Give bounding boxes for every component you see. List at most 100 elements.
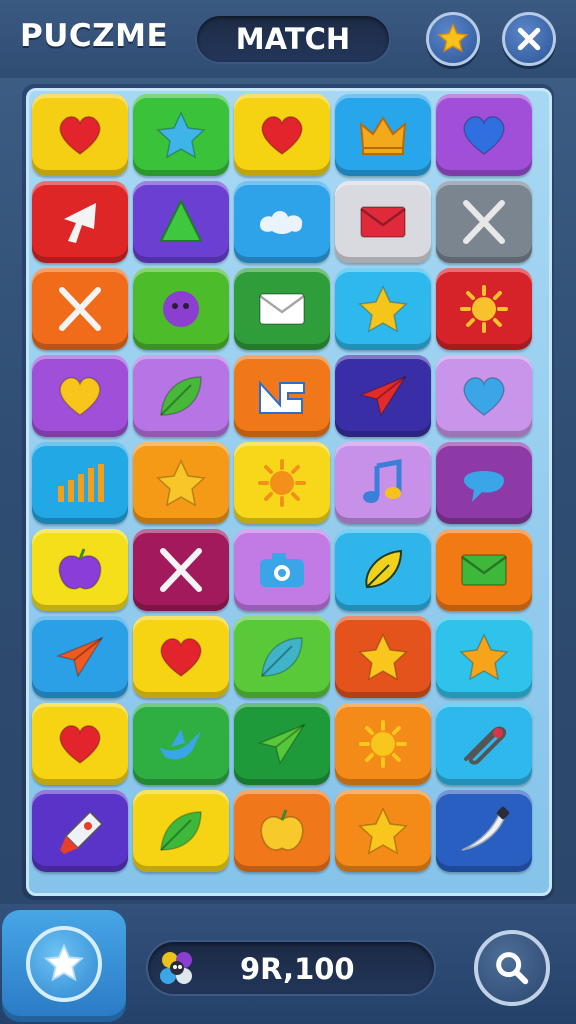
tile[interactable] <box>133 442 229 524</box>
tile[interactable] <box>436 790 532 872</box>
bird-icon <box>159 729 201 760</box>
search-button[interactable] <box>474 930 550 1006</box>
tile[interactable] <box>335 268 431 350</box>
crown-icon <box>359 116 407 155</box>
tile[interactable] <box>335 790 431 872</box>
score-display: 9R,100 <box>146 940 436 996</box>
tile[interactable] <box>335 355 431 437</box>
rocket-icon <box>60 810 104 854</box>
star-icon <box>156 111 206 159</box>
leaf-icon <box>160 376 202 416</box>
star-icon <box>43 943 85 982</box>
tile[interactable] <box>234 181 330 263</box>
tile[interactable] <box>133 790 229 872</box>
tile[interactable] <box>32 703 128 785</box>
tile[interactable] <box>335 616 431 698</box>
tile[interactable] <box>234 94 330 176</box>
tile[interactable] <box>133 181 229 263</box>
tile[interactable] <box>32 268 128 350</box>
mode-label[interactable]: MATCH <box>195 14 391 64</box>
tile[interactable] <box>234 268 330 350</box>
music-icon <box>363 459 402 503</box>
tile[interactable] <box>234 703 330 785</box>
tile[interactable] <box>335 703 431 785</box>
tile[interactable] <box>32 355 128 437</box>
tile[interactable] <box>32 94 128 176</box>
tile[interactable] <box>335 442 431 524</box>
tile[interactable] <box>133 529 229 611</box>
tile[interactable] <box>436 616 532 698</box>
sun-icon <box>460 285 508 333</box>
star-icon <box>459 633 509 681</box>
tile[interactable] <box>436 94 532 176</box>
cloud-icon <box>260 211 303 234</box>
apple-icon <box>58 548 102 590</box>
star-icon <box>358 285 408 333</box>
search-icon <box>496 952 529 985</box>
heart-icon <box>261 115 303 155</box>
score-value: 9R,100 <box>240 952 355 986</box>
clip-icon <box>464 726 507 765</box>
tile[interactable] <box>32 616 128 698</box>
arrow-icon <box>64 203 96 243</box>
sun-icon <box>258 459 306 507</box>
tile[interactable] <box>335 529 431 611</box>
blade-icon <box>461 806 510 851</box>
tile[interactable] <box>133 703 229 785</box>
leaf-icon <box>261 637 303 677</box>
tile[interactable] <box>436 442 532 524</box>
tile[interactable] <box>436 529 532 611</box>
tile[interactable] <box>436 268 532 350</box>
game-board <box>26 88 552 896</box>
heart-icon <box>59 376 101 416</box>
envelope-icon <box>461 554 507 586</box>
close-button[interactable] <box>502 12 556 66</box>
tile[interactable] <box>436 703 532 785</box>
plane-icon <box>257 723 306 765</box>
ball-icon <box>163 291 199 327</box>
tile[interactable] <box>32 529 128 611</box>
tile[interactable] <box>436 181 532 263</box>
tile[interactable] <box>133 94 229 176</box>
tile[interactable] <box>133 268 229 350</box>
pen-icon <box>365 549 403 589</box>
apple-icon <box>260 809 304 851</box>
tile[interactable] <box>133 355 229 437</box>
tile[interactable] <box>234 616 330 698</box>
plane-icon <box>358 375 407 417</box>
tile[interactable] <box>234 790 330 872</box>
logo-icon <box>259 380 305 414</box>
camera-icon <box>260 553 304 587</box>
cross-icon <box>59 287 101 331</box>
power-up-inner <box>26 926 102 1002</box>
chart-icon <box>58 464 104 502</box>
tile[interactable] <box>32 790 128 872</box>
envelope-icon <box>259 293 305 325</box>
tile[interactable] <box>234 529 330 611</box>
envelope-icon <box>360 206 406 238</box>
app-title: PUCZME <box>20 18 169 54</box>
favorites-button[interactable] <box>426 12 480 66</box>
plane-icon <box>55 636 104 678</box>
star-icon <box>156 459 206 507</box>
heart-icon <box>160 637 202 677</box>
power-up-button[interactable] <box>2 910 126 1022</box>
star-icon <box>358 633 408 681</box>
tile[interactable] <box>133 616 229 698</box>
tile[interactable] <box>234 442 330 524</box>
close-icon <box>517 27 541 51</box>
leaf-icon <box>160 811 202 851</box>
cross-icon <box>463 200 505 244</box>
cross-icon <box>160 548 202 592</box>
tile[interactable] <box>335 94 431 176</box>
tile[interactable] <box>234 355 330 437</box>
tile[interactable] <box>32 181 128 263</box>
tile[interactable] <box>335 181 431 263</box>
tile[interactable] <box>32 442 128 524</box>
heart-icon <box>59 115 101 155</box>
balls-icon <box>160 952 192 984</box>
chat-icon <box>464 471 504 502</box>
triangle-icon <box>159 198 203 242</box>
tile[interactable] <box>436 355 532 437</box>
star-icon <box>358 807 408 855</box>
